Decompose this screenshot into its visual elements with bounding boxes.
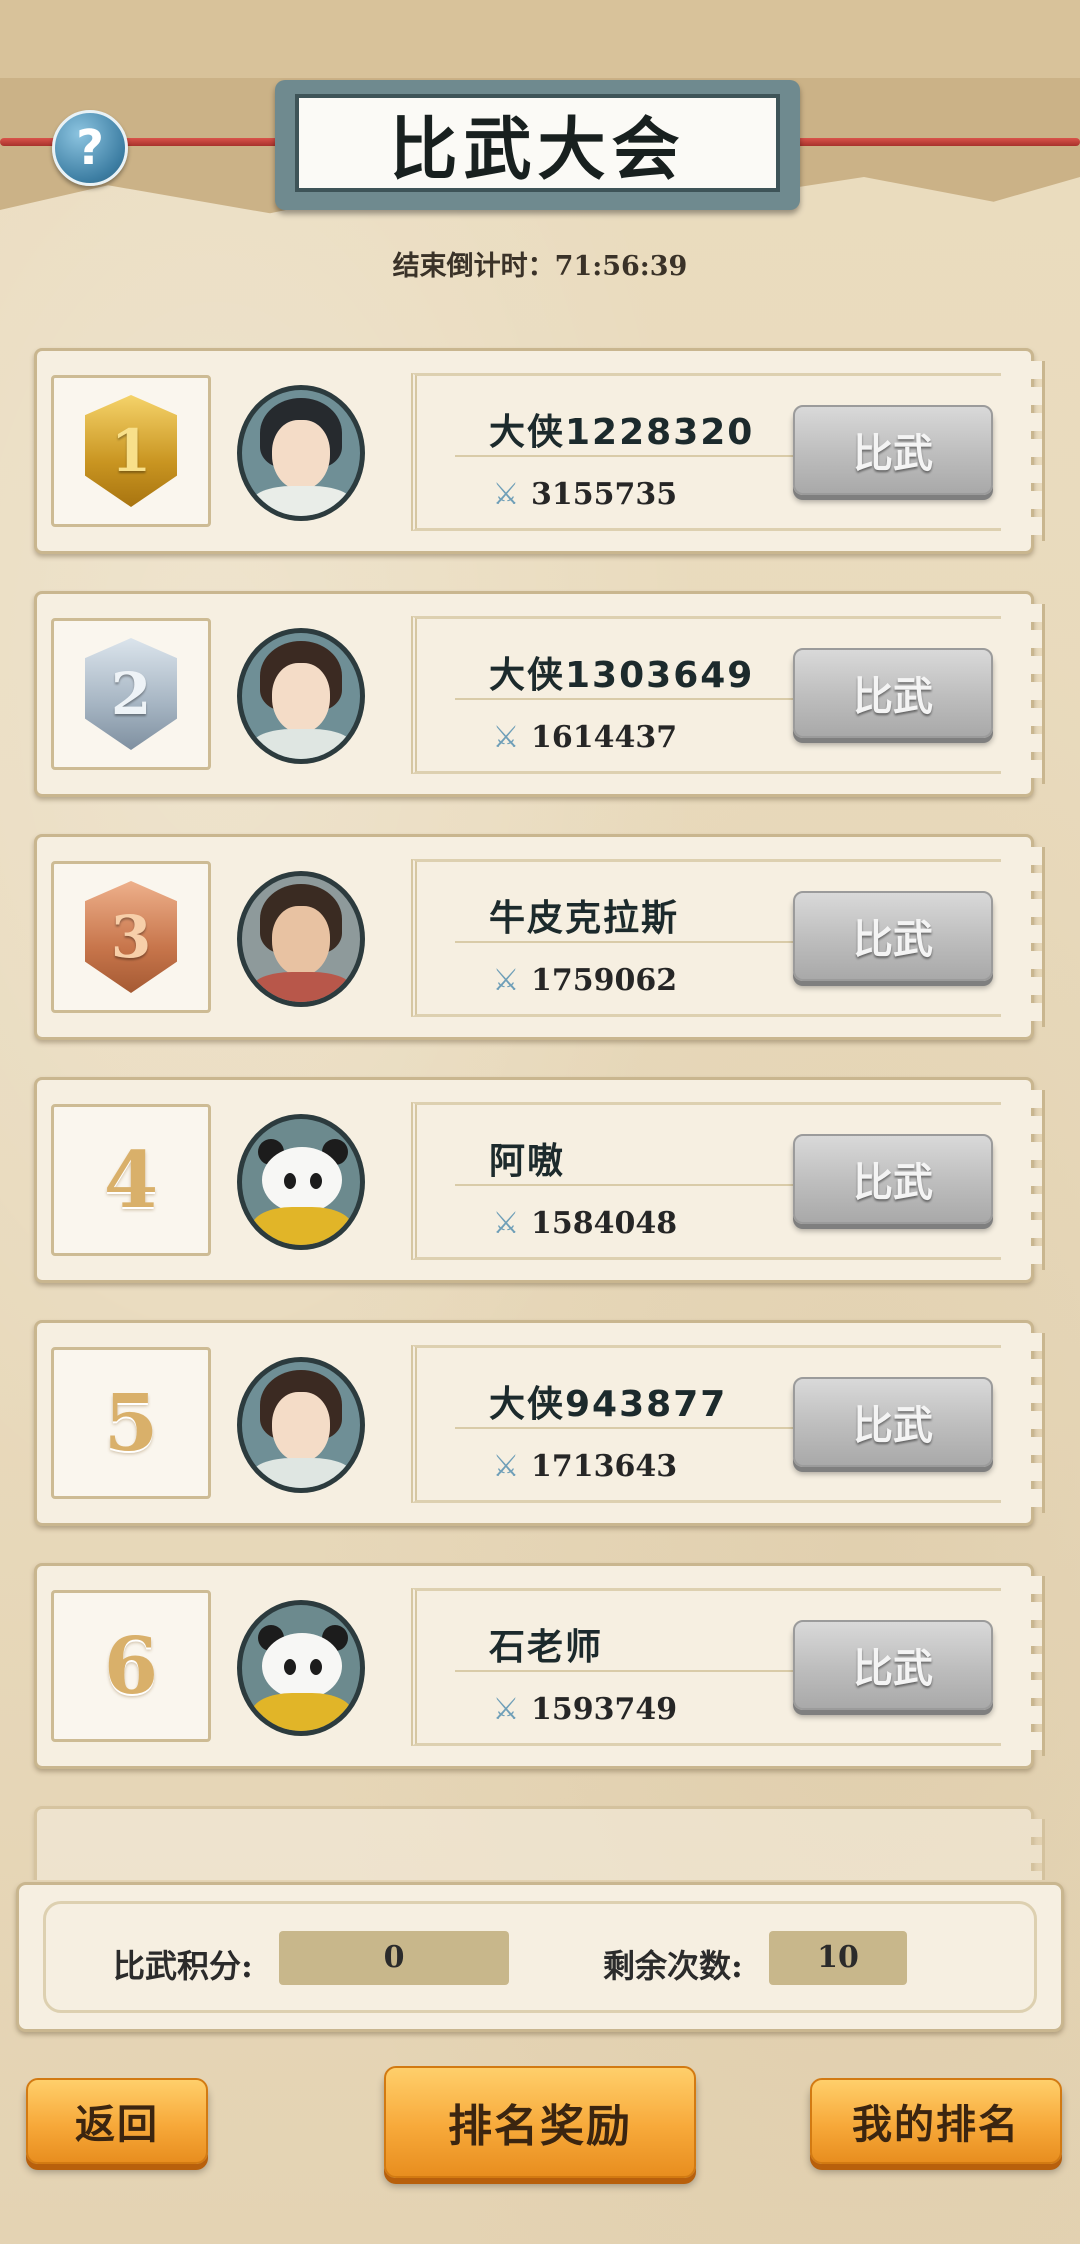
divider xyxy=(455,1427,805,1429)
remaining-label: 剩余次数: xyxy=(603,1947,743,1985)
power-row: ⚔ 1713643 xyxy=(489,1448,678,1484)
player-avatar[interactable] xyxy=(237,385,365,521)
rank-cell: 3 xyxy=(51,861,211,1013)
rank-number: 6 xyxy=(103,1620,159,1712)
rank-number: 4 xyxy=(103,1134,159,1226)
crossed-swords-icon: ⚔ xyxy=(492,1448,520,1484)
ranking-row: 3 牛皮克拉斯 ⚔ 1759062 比武 xyxy=(34,834,1045,1040)
power-row: ⚔ 1593749 xyxy=(489,1691,678,1727)
rank-cell: 1 xyxy=(51,375,211,527)
crossed-swords-icon: ⚔ xyxy=(492,1205,520,1241)
rank-number: 5 xyxy=(103,1377,159,1469)
rank-cell: 2 xyxy=(51,618,211,770)
player-name: 石老师 xyxy=(489,1627,604,1668)
crossed-swords-icon: ⚔ xyxy=(492,476,520,512)
power-value: 1593749 xyxy=(531,1692,678,1727)
ranking-row: 6 石老师 ⚔ 1593749 比武 xyxy=(34,1563,1045,1769)
rank-cell: 5 xyxy=(51,1347,211,1499)
rank-number: 1 xyxy=(110,417,152,485)
duel-button[interactable]: 比武 xyxy=(793,891,993,981)
player-name: 大侠1303649 xyxy=(489,655,755,696)
power-value: 1759062 xyxy=(531,963,678,998)
power-value: 1584048 xyxy=(531,1206,678,1241)
crossed-swords-icon: ⚔ xyxy=(492,1691,520,1727)
player-avatar[interactable] xyxy=(237,1114,365,1250)
duel-button[interactable]: 比武 xyxy=(793,1134,993,1224)
power-row: ⚔ 3155735 xyxy=(489,476,678,512)
ranking-row: 4 阿嗷 ⚔ 1584048 比武 xyxy=(34,1077,1045,1283)
rank-number: 3 xyxy=(110,903,152,971)
power-row: ⚔ 1614437 xyxy=(489,719,678,755)
rank-cell: 4 xyxy=(51,1104,211,1256)
power-value: 1614437 xyxy=(531,720,678,755)
player-name: 牛皮克拉斯 xyxy=(489,898,680,939)
divider xyxy=(455,455,805,457)
my-rank-button[interactable]: 我的排名 xyxy=(810,2078,1062,2164)
player-avatar[interactable] xyxy=(237,628,365,764)
crossed-swords-icon: ⚔ xyxy=(492,719,520,755)
ranking-row: 1 大侠1228320 ⚔ 3155735 比武 xyxy=(34,348,1045,554)
ranking-row: 5 大侠943877 ⚔ 1713643 比武 xyxy=(34,1320,1045,1526)
player-avatar[interactable] xyxy=(237,871,365,1007)
divider xyxy=(455,1670,805,1672)
duel-button[interactable]: 比武 xyxy=(793,1377,993,1467)
duel-button[interactable]: 比武 xyxy=(793,1620,993,1710)
divider xyxy=(455,941,805,943)
player-avatar[interactable] xyxy=(237,1357,365,1493)
back-button[interactable]: 返回 xyxy=(26,2078,208,2164)
crossed-swords-icon: ⚔ xyxy=(492,962,520,998)
ranking-list[interactable]: 1 大侠1228320 ⚔ 3155735 比武 2 大侠1303649 ⚔ 1… xyxy=(0,0,1080,1880)
divider xyxy=(455,698,805,700)
rank-reward-button[interactable]: 排名奖励 xyxy=(384,2066,696,2178)
bronze-medal-icon: 3 xyxy=(85,881,177,993)
power-row: ⚔ 1584048 xyxy=(489,1205,678,1241)
duel-button[interactable]: 比武 xyxy=(793,648,993,738)
player-name: 阿嗷 xyxy=(489,1141,566,1182)
stats-panel: 比武积分: 0 剩余次数: 10 xyxy=(16,1882,1064,2032)
divider xyxy=(455,1184,805,1186)
player-name: 大侠943877 xyxy=(489,1384,728,1425)
player-avatar[interactable] xyxy=(237,1600,365,1736)
duel-button[interactable]: 比武 xyxy=(793,405,993,495)
silver-medal-icon: 2 xyxy=(85,638,177,750)
remaining-value: 10 xyxy=(769,1931,907,1985)
power-value: 1713643 xyxy=(531,1449,678,1484)
power-row: ⚔ 1759062 xyxy=(489,962,678,998)
rank-number: 2 xyxy=(110,660,152,728)
power-value: 3155735 xyxy=(531,477,678,512)
score-label: 比武积分: xyxy=(113,1947,253,1985)
rank-cell: 6 xyxy=(51,1590,211,1742)
score-value: 0 xyxy=(279,1931,509,1985)
ranking-row: 2 大侠1303649 ⚔ 1614437 比武 xyxy=(34,591,1045,797)
ranking-row-partial xyxy=(34,1806,1045,1880)
gold-medal-icon: 1 xyxy=(85,395,177,507)
player-name: 大侠1228320 xyxy=(489,412,755,453)
